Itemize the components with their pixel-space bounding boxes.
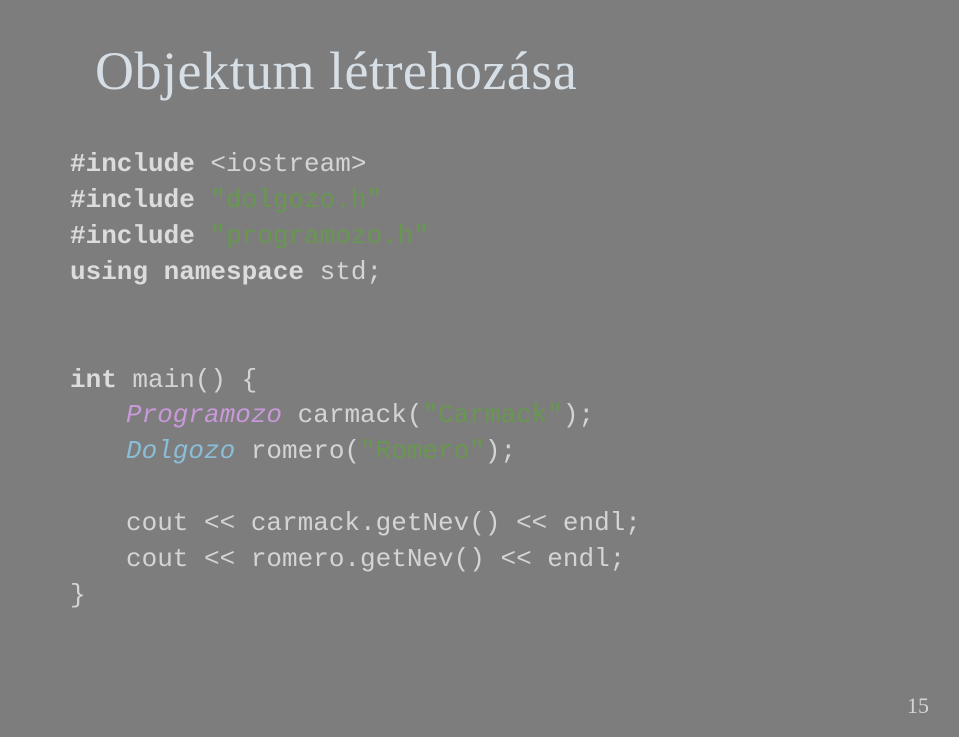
blank-line bbox=[70, 291, 899, 327]
page-number: 15 bbox=[907, 693, 929, 719]
code-line: #include <iostream> bbox=[70, 147, 899, 183]
code-line: using namespace std; bbox=[70, 255, 899, 291]
code-text: ); bbox=[485, 436, 516, 466]
include-keyword: #include bbox=[70, 221, 195, 251]
code-line: #include "programozo.h" bbox=[70, 219, 899, 255]
blank-line bbox=[70, 327, 899, 363]
blank-line bbox=[70, 470, 899, 506]
code-line: Programozo carmack("Carmack"); bbox=[70, 398, 899, 434]
include-keyword: #include bbox=[70, 149, 195, 179]
type-name: Programozo bbox=[126, 400, 282, 430]
code-line: } bbox=[70, 578, 899, 614]
slide-title: Objektum létrehozása bbox=[95, 40, 899, 102]
code-line: cout << carmack.getNev() << endl; bbox=[70, 506, 899, 542]
include-keyword: #include bbox=[70, 185, 195, 215]
using-keyword: using namespace bbox=[70, 257, 304, 287]
code-text: romero( bbox=[235, 436, 360, 466]
code-text: ); bbox=[563, 400, 594, 430]
main-signature: main() { bbox=[117, 365, 257, 395]
code-line: cout << romero.getNev() << endl; bbox=[70, 542, 899, 578]
code-line: Dolgozo romero("Romero"); bbox=[70, 434, 899, 470]
using-arg: std; bbox=[304, 257, 382, 287]
include-arg: "dolgozo.h" bbox=[195, 185, 382, 215]
type-name: Dolgozo bbox=[126, 436, 235, 466]
include-arg: "programozo.h" bbox=[195, 221, 429, 251]
string-literal: "Carmack" bbox=[422, 400, 562, 430]
code-line: #include "dolgozo.h" bbox=[70, 183, 899, 219]
code-line: int main() { bbox=[70, 363, 899, 399]
string-literal: "Romero" bbox=[360, 436, 485, 466]
code-text: carmack( bbox=[282, 400, 422, 430]
int-keyword: int bbox=[70, 365, 117, 395]
slide: Objektum létrehozása #include <iostream>… bbox=[0, 0, 959, 737]
code-block: #include <iostream> #include "dolgozo.h"… bbox=[70, 147, 899, 614]
include-arg: <iostream> bbox=[195, 149, 367, 179]
